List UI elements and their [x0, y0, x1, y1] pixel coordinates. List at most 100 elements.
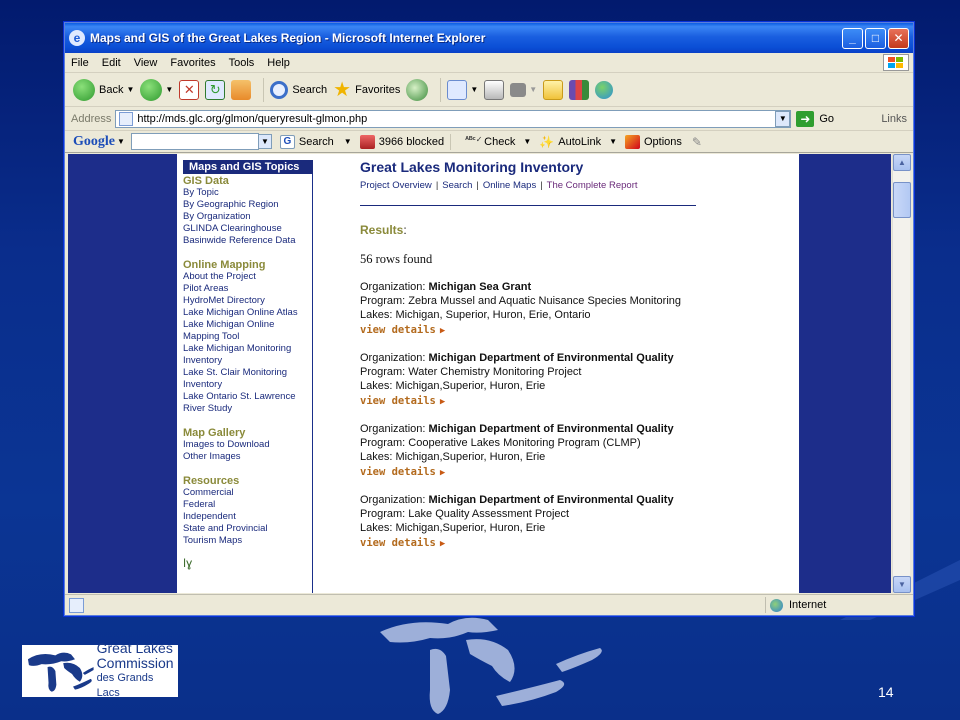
google-search-input[interactable]: [130, 133, 259, 150]
edit-dropdown-icon[interactable]: ▼: [529, 85, 537, 94]
sidebar-link[interactable]: By Geographic Region: [183, 199, 312, 211]
options-button[interactable]: Options ✎: [625, 134, 702, 149]
autolink-button[interactable]: ✨ AutoLink ▼: [539, 135, 617, 149]
nav-online-maps[interactable]: Online Maps: [483, 180, 536, 191]
links-button[interactable]: Links: [881, 113, 907, 125]
nav-complete-report[interactable]: The Complete Report: [547, 180, 638, 191]
great-lakes-background-silhouette: [380, 617, 602, 714]
organization-value: Michigan Department of Environmental Qua…: [428, 494, 674, 506]
browser-viewport: Maps and GIS Topics GIS Data By Topic By…: [68, 154, 891, 593]
menu-view[interactable]: View: [134, 57, 158, 69]
address-url[interactable]: http://mds.glc.org/glmon/queryresult-glm…: [137, 113, 367, 125]
home-button[interactable]: [231, 79, 252, 100]
title-bar[interactable]: e Maps and GIS of the Great Lakes Region…: [65, 23, 913, 53]
maximize-button[interactable]: □: [865, 27, 886, 49]
pencil-icon[interactable]: ✎: [692, 135, 702, 149]
google-logo[interactable]: Google: [73, 134, 115, 150]
sidebar-section-map-gallery[interactable]: Map Gallery: [183, 427, 312, 439]
menu-edit[interactable]: Edit: [102, 57, 121, 69]
folder-button[interactable]: [543, 79, 564, 100]
nav-search[interactable]: Search: [442, 180, 472, 191]
stop-button[interactable]: ✕: [179, 79, 200, 100]
sidebar-link[interactable]: Images to Download: [183, 439, 312, 451]
scroll-up-arrow-icon[interactable]: ▲: [893, 154, 911, 171]
view-details-link[interactable]: view details ▶: [360, 465, 790, 480]
mail-button[interactable]: ▼: [447, 79, 478, 100]
sidebar-link[interactable]: River Study: [183, 403, 312, 415]
record-lakes: Lakes: Michigan,Superior, Huron, Erie: [360, 379, 790, 393]
back-dropdown-icon[interactable]: ▼: [126, 85, 134, 94]
sidebar-section-resources[interactable]: Resources: [183, 475, 312, 487]
sidebar-link[interactable]: State and Provincial: [183, 523, 312, 535]
close-button[interactable]: ✕: [888, 27, 909, 49]
sidebar-link[interactable]: Independent: [183, 511, 312, 523]
forward-button[interactable]: ▼: [140, 78, 173, 101]
sidebar-link[interactable]: Lake St. Clair Monitoring: [183, 367, 312, 379]
view-details-link[interactable]: view details ▶: [360, 394, 790, 409]
refresh-button[interactable]: ↻: [205, 79, 226, 100]
sidebar-link[interactable]: Lake Michigan Online: [183, 319, 312, 331]
sidebar-link[interactable]: HydroMet Directory: [183, 295, 312, 307]
menu-favorites[interactable]: Favorites: [170, 57, 215, 69]
view-details-label: view details: [360, 395, 436, 407]
topics-sidebar: Maps and GIS Topics GIS Data By Topic By…: [183, 160, 313, 593]
sidebar-link[interactable]: Inventory: [183, 355, 312, 367]
sidebar-link[interactable]: Lake Ontario St. Lawrence: [183, 391, 312, 403]
sidebar-link[interactable]: GLINDA Clearinghouse: [183, 223, 312, 235]
record-lakes: Lakes: Michigan, Superior, Huron, Erie, …: [360, 308, 790, 322]
spell-check-button[interactable]: ᴬᴮᶜ✓ Check ▼: [465, 135, 531, 149]
messenger-button[interactable]: [595, 80, 614, 99]
google-g-icon: G: [279, 134, 295, 149]
sidebar-link[interactable]: By Organization: [183, 211, 312, 223]
result-record: Organization: Michigan Department of Env…: [360, 493, 790, 551]
spell-check-dropdown-icon[interactable]: ▼: [523, 137, 531, 146]
view-details-link[interactable]: view details ▶: [360, 323, 790, 338]
sidebar-section-online-mapping[interactable]: Online Mapping: [183, 259, 312, 271]
history-button[interactable]: [406, 78, 429, 101]
menu-file[interactable]: File: [71, 57, 89, 69]
minimize-button[interactable]: _: [842, 27, 863, 49]
program-value: Water Chemistry Monitoring Project: [408, 366, 582, 378]
scroll-down-arrow-icon[interactable]: ▼: [893, 576, 911, 593]
view-details-link[interactable]: view details ▶: [360, 536, 790, 551]
lakes-value: Michigan,Superior, Huron, Erie: [395, 451, 546, 463]
google-search-options-icon[interactable]: ▼: [344, 137, 352, 146]
sidebar-link[interactable]: Federal: [183, 499, 312, 511]
scrollbar-thumb[interactable]: [893, 182, 911, 218]
google-menu-dropdown-icon[interactable]: ▼: [117, 137, 125, 146]
lakes-label: Lakes:: [360, 522, 396, 534]
sidebar-link[interactable]: Pilot Areas: [183, 283, 312, 295]
spell-check-icon: ᴬᴮᶜ✓: [465, 134, 483, 144]
sidebar-link[interactable]: About the Project: [183, 271, 312, 283]
sidebar-link[interactable]: By Topic: [183, 187, 312, 199]
menu-tools[interactable]: Tools: [229, 57, 255, 69]
google-search-button[interactable]: G Search ▼: [279, 134, 352, 149]
edit-button[interactable]: ▼: [510, 82, 537, 97]
sidebar-link[interactable]: Commercial: [183, 487, 312, 499]
address-input[interactable]: http://mds.glc.org/glmon/queryresult-glm…: [115, 109, 792, 128]
autolink-dropdown-icon[interactable]: ▼: [609, 137, 617, 146]
favorites-button[interactable]: ★ Favorites: [333, 80, 400, 100]
google-search-label: Search: [298, 135, 334, 148]
search-button[interactable]: Search: [270, 80, 327, 99]
sidebar-link[interactable]: Lake Michigan Monitoring: [183, 343, 312, 355]
research-button[interactable]: [569, 79, 590, 100]
sidebar-link[interactable]: Basinwide Reference Data: [183, 235, 312, 247]
google-search-dropdown-icon[interactable]: ▼: [257, 134, 272, 149]
print-button[interactable]: [484, 79, 505, 100]
vertical-scrollbar[interactable]: ▲ ▼: [892, 154, 911, 593]
sidebar-link[interactable]: Inventory: [183, 379, 312, 391]
nav-project-overview[interactable]: Project Overview: [360, 180, 432, 191]
popup-blocker-button[interactable]: 3966 blocked: [359, 134, 444, 149]
sidebar-link[interactable]: Other Images: [183, 451, 312, 463]
menu-help[interactable]: Help: [267, 57, 290, 69]
back-button[interactable]: Back ▼: [73, 78, 134, 101]
forward-dropdown-icon[interactable]: ▼: [165, 85, 173, 94]
go-button[interactable]: ➜ Go: [796, 110, 834, 127]
sidebar-link[interactable]: Lake Michigan Online Atlas: [183, 307, 312, 319]
sidebar-link[interactable]: Mapping Tool: [183, 331, 312, 343]
address-dropdown-icon[interactable]: ▼: [775, 110, 791, 127]
sidebar-section-gis-data[interactable]: GIS Data: [183, 175, 312, 187]
mail-dropdown-icon[interactable]: ▼: [470, 85, 478, 94]
sidebar-link[interactable]: Tourism Maps: [183, 535, 312, 547]
